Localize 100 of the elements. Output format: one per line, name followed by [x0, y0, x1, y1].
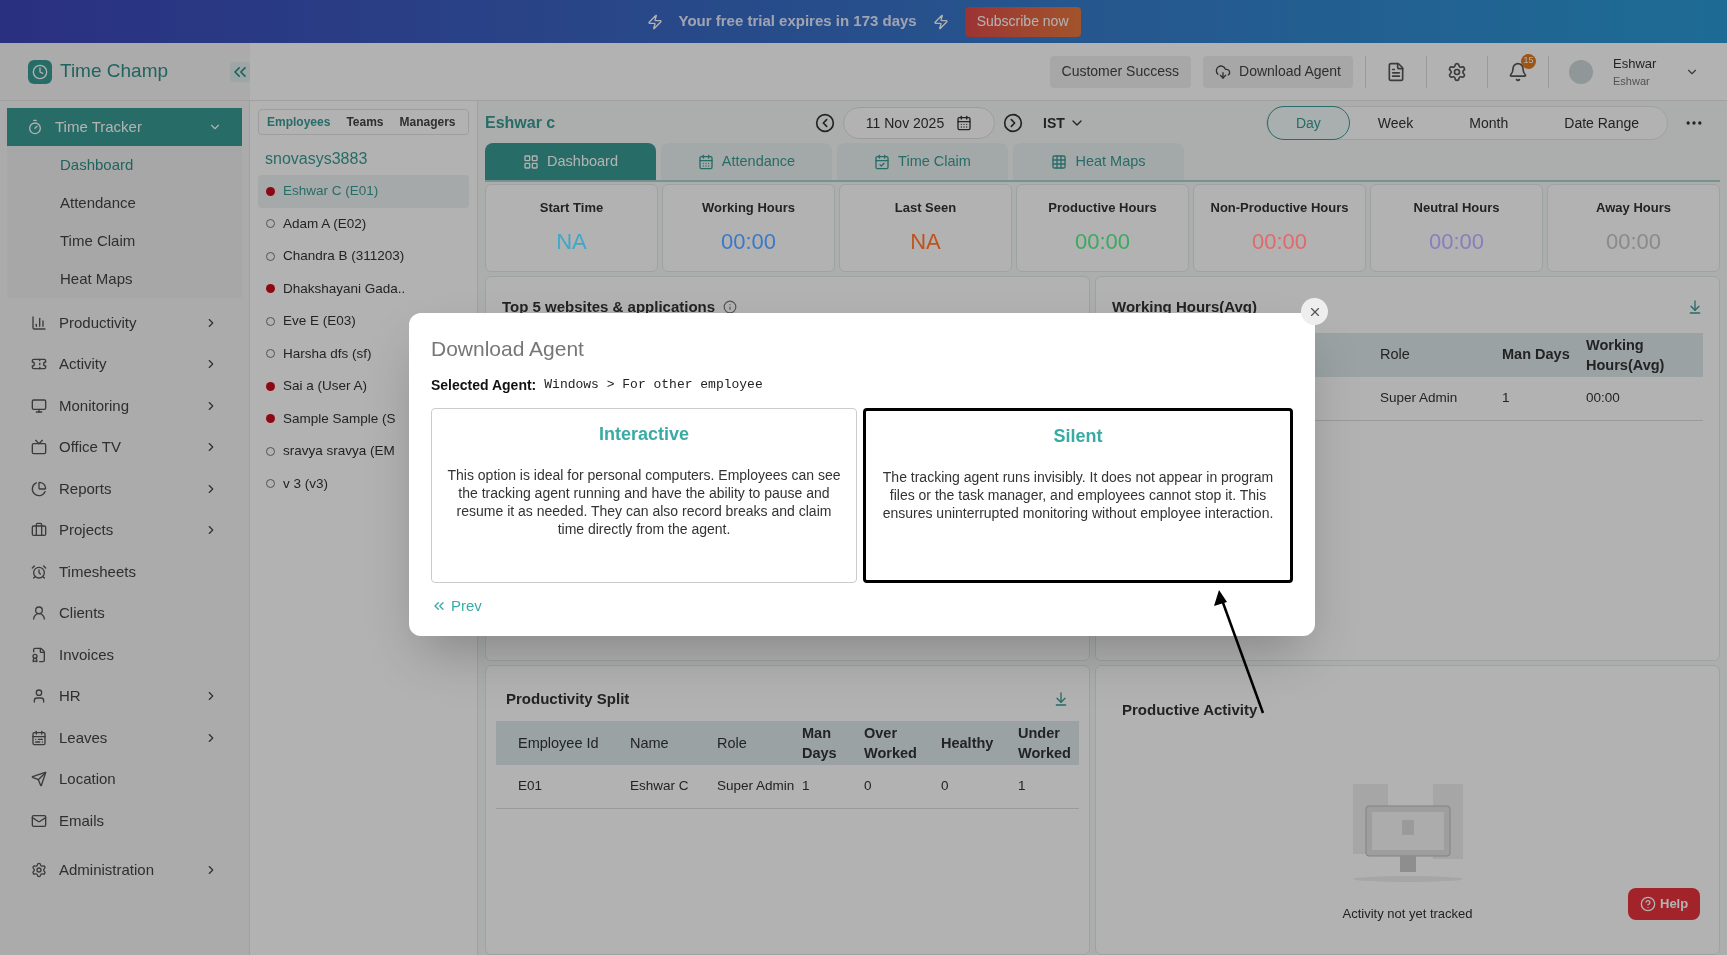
logo-text: Time Champ: [60, 59, 169, 84]
sidebar-item[interactable]: Emails: [7, 800, 242, 842]
sidebar-item[interactable]: Location: [7, 758, 242, 800]
date-field[interactable]: 11 Nov 2025: [843, 107, 995, 139]
range-tab[interactable]: Date Range: [1536, 106, 1667, 140]
sidebar-item[interactable]: Timesheets: [7, 551, 242, 593]
settings-icon[interactable]: [1447, 61, 1467, 82]
table-cell-text: Super Admin: [717, 776, 796, 795]
employee-item[interactable]: Chandra B (311203): [258, 240, 469, 273]
selected-agent-label: Selected Agent:: [431, 375, 537, 395]
person-icon: [31, 605, 47, 622]
calendar-check-icon: [874, 153, 891, 170]
calendar-icon: [697, 153, 714, 170]
employee-name: Chandra B (311203): [283, 247, 405, 266]
table-cell-text: 0: [864, 776, 873, 795]
bell-icon[interactable]: [1508, 61, 1528, 82]
grid-icon: [523, 153, 540, 170]
info-icon[interactable]: [723, 300, 738, 315]
bolt-icon: [932, 13, 949, 30]
employee-name: Sample Sample (S: [283, 409, 396, 428]
stat-value: 00:00: [1251, 228, 1308, 257]
employee-name: v 3 (v3): [283, 474, 328, 493]
stat-label: Working Hours: [702, 198, 795, 217]
column-header: Man Days: [1502, 344, 1571, 364]
sidebar-item[interactable]: Projects: [7, 509, 242, 551]
monitor-icon: [31, 397, 47, 414]
column-header: Under Worked: [1018, 723, 1072, 763]
employee-item[interactable]: Adam A (E02): [258, 207, 469, 240]
help-icon: [1640, 896, 1656, 912]
employee-name: Eshwar C (E01): [283, 182, 379, 201]
option-title: Interactive: [598, 422, 689, 446]
sidebar-item[interactable]: Productivity: [7, 302, 242, 344]
timer-icon: [27, 119, 43, 135]
stat-value: NA: [910, 228, 941, 257]
column-header: Employee Id: [518, 733, 600, 753]
sidebar-item[interactable]: Reports: [7, 468, 242, 510]
timezone-dropdown[interactable]: IST: [1043, 112, 1085, 134]
employee-item[interactable]: Dhakshayani Gada..: [258, 272, 469, 305]
employee-item[interactable]: Eve E (E03): [258, 305, 469, 338]
next-day-icon[interactable]: [1003, 113, 1023, 133]
table-cell-text: Super Admin: [1380, 388, 1459, 407]
calendar-icon: [31, 729, 47, 746]
sidebar-item[interactable]: Leaves: [7, 717, 242, 759]
sidebar-item[interactable]: HR: [7, 675, 242, 717]
help-button[interactable]: Help: [1628, 888, 1701, 920]
cloud-download-icon: [1215, 63, 1232, 80]
settings-icon: [31, 862, 47, 879]
employee-panel-tab[interactable]: Teams: [346, 113, 384, 131]
collapse-icon[interactable]: [230, 61, 250, 82]
employee-item[interactable]: sravya sravya (EM: [258, 435, 469, 468]
table-cell-text: 1: [1018, 776, 1027, 795]
sidebar-subitem[interactable]: Heat Maps: [7, 260, 242, 298]
empty-message: Activity not yet tracked: [1342, 904, 1473, 923]
employee-item[interactable]: Sample Sample (S: [258, 402, 469, 435]
column-header: Name: [630, 733, 670, 753]
employee-panel-tab[interactable]: Managers: [399, 113, 456, 131]
download-icon[interactable]: [1053, 691, 1069, 708]
option-description: This option is ideal for personal computers. Employees can see the tracking agent running and have the ability to pause and resume it as needed. They can also record breaks and claim time directly from the agent.: [446, 465, 842, 538]
sidebar-item[interactable]: Monitoring: [7, 385, 242, 427]
download-icon[interactable]: [1687, 299, 1703, 316]
column-header: Over Worked: [864, 723, 918, 763]
employee-name: Sai a (User A): [283, 377, 368, 396]
employee-title: Eshwar c: [485, 113, 557, 133]
stat-label: Neutral Hours: [1413, 198, 1500, 217]
bolt-icon: [646, 13, 663, 30]
table-cell-text: 1: [1502, 388, 1511, 407]
previous-day-icon[interactable]: [815, 113, 835, 133]
download-agent-button[interactable]: Download Agent: [1203, 55, 1353, 88]
alarm-clock-icon: [31, 563, 47, 580]
subscribe-button[interactable]: Subscribe now: [964, 6, 1081, 37]
column-header: Man Days: [802, 723, 838, 763]
briefcase-icon: [31, 522, 47, 539]
card-title: Working Hours(Avg): [1112, 297, 1257, 317]
stat-value: 00:00: [720, 228, 777, 257]
card-title: Top 5 websites & applications: [502, 297, 716, 317]
customer-success-button[interactable]: Customer Success: [1049, 55, 1192, 88]
range-tab[interactable]: Week: [1349, 106, 1442, 140]
pie-chart-icon: [31, 480, 47, 497]
document-icon[interactable]: [1386, 61, 1406, 82]
employee-name: Dhakshayani Gada..: [283, 279, 406, 298]
stat-label: Productive Hours: [1048, 198, 1157, 217]
sidebar-item[interactable]: Invoices: [7, 634, 242, 676]
document-icon: [31, 646, 47, 663]
stat-value: NA: [556, 228, 587, 257]
sidebar-item[interactable]: Clients: [7, 592, 242, 634]
logo-icon: [28, 59, 52, 84]
tv-icon: [31, 439, 47, 456]
sidebar-subitem[interactable]: Time Claim: [7, 222, 242, 260]
table-cell-text: E01: [518, 776, 544, 795]
range-tab[interactable]: Month: [1441, 106, 1537, 140]
option-description: The tracking agent runs invisibly. It does not appear in program files or the task manager, and employees cannot stop it. This ensures uninterrupted monitoring without employee interaction.: [881, 467, 1275, 522]
sidebar-item[interactable]: Office TV: [7, 426, 242, 468]
sidebar-item[interactable]: Administration: [7, 849, 242, 891]
employee-name: Harsha dfs (sf): [283, 344, 372, 363]
sidebar-item[interactable]: Activity: [7, 343, 242, 385]
agent-option-card[interactable]: [431, 407, 857, 583]
sidebar-subitem[interactable]: Attendance: [7, 184, 242, 222]
user-name: Eshwar: [1613, 54, 1658, 73]
agent-option-card[interactable]: Silent The tracking agent runs invisibly. It does not appear in program files or the task manager, and employees cannot stop it. This ensures uninterrupted monitoring without employee interaction.: [863, 407, 1293, 583]
card-title: Productive Activity: [1122, 700, 1259, 720]
